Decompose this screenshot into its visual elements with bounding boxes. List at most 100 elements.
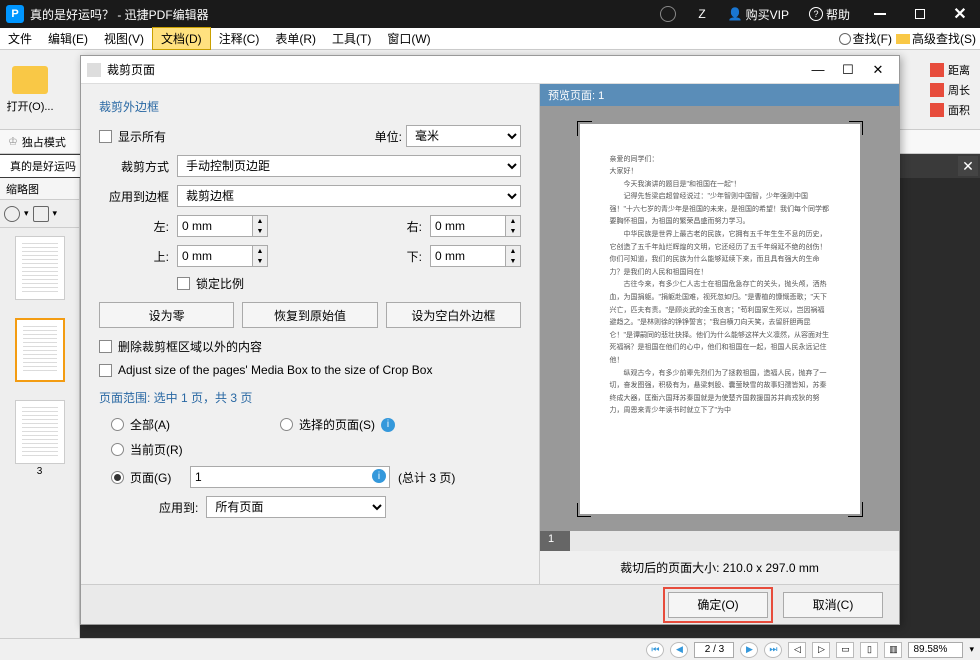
- all-radio[interactable]: [111, 418, 124, 431]
- maximize-button[interactable]: [900, 0, 940, 28]
- open-button[interactable]: 打开(O)...: [0, 50, 60, 129]
- thumb-3[interactable]: [15, 400, 65, 464]
- distance-tool[interactable]: 距离: [930, 62, 970, 78]
- show-all-label: 显示所有: [118, 128, 166, 145]
- document-tab[interactable]: 真的是好运吗: [0, 155, 87, 177]
- current-label: 当前页(R): [130, 441, 183, 458]
- help-button[interactable]: ?帮助: [809, 6, 850, 23]
- menu-window[interactable]: 窗口(W): [379, 28, 438, 49]
- sidepanel: 缩略图 ▾ ▾ 3: [0, 178, 80, 638]
- zoom-field[interactable]: [908, 642, 963, 658]
- top-spinner[interactable]: ▲▼: [177, 245, 268, 267]
- view-mode-3[interactable]: ▥: [884, 642, 902, 658]
- menu-edit[interactable]: 编辑(E): [40, 28, 96, 49]
- page-radio[interactable]: [111, 471, 124, 484]
- chevron-down-icon[interactable]: ▾: [24, 208, 29, 219]
- apply-border-select[interactable]: 裁剪边框: [177, 185, 521, 207]
- menu-file[interactable]: 文件: [0, 28, 40, 49]
- exclusive-mode[interactable]: 独占模式: [22, 134, 66, 150]
- area-tool[interactable]: 面积: [930, 102, 970, 118]
- info-icon[interactable]: i: [372, 469, 386, 483]
- lock-ratio-checkbox[interactable]: [177, 277, 190, 290]
- page-input[interactable]: [190, 466, 390, 488]
- prev-page-button[interactable]: ◀: [670, 642, 688, 658]
- folder-icon: [12, 66, 48, 94]
- gear-icon[interactable]: [4, 206, 20, 222]
- section-crop-margin: 裁剪外边框: [99, 98, 521, 115]
- adjust-media-checkbox[interactable]: [99, 364, 112, 377]
- unit-label: 单位:: [375, 128, 402, 145]
- app-logo: P: [6, 5, 24, 23]
- delete-outside-label: 删除裁剪框区域以外的内容: [118, 338, 262, 355]
- left-spinner[interactable]: ▲▼: [177, 215, 268, 237]
- info-icon[interactable]: i: [381, 418, 395, 432]
- preview-page: 亲爱的同学们： 大家好！ 今天我演讲的题目是"和祖国在一起"！ 记得先哲梁启超曾…: [580, 124, 860, 514]
- view-mode-2[interactable]: ▯: [860, 642, 878, 658]
- next-page-button[interactable]: ▶: [740, 642, 758, 658]
- gear-icon-2[interactable]: [33, 206, 49, 222]
- menubar: 文件 编辑(E) 视图(V) 文档(D) 注释(C) 表单(R) 工具(T) 窗…: [0, 28, 980, 50]
- chevron-down-icon[interactable]: ▾: [53, 208, 58, 219]
- set-zero-button[interactable]: 设为零: [99, 302, 234, 328]
- bottom-spinner[interactable]: ▲▼: [430, 245, 521, 267]
- zoom-dropdown[interactable]: ▾: [969, 644, 974, 655]
- nav-fwd-button[interactable]: ▷: [812, 642, 830, 658]
- top-label: 上:: [99, 248, 169, 265]
- thumb-2[interactable]: [15, 318, 65, 382]
- right-label: 右:: [382, 218, 422, 235]
- buy-vip-button[interactable]: 👤购买VIP: [728, 6, 789, 23]
- crop-dialog: 裁剪页面 — ☐ ✕ 裁剪外边框 显示所有 单位: 毫米 裁剪方式 手动控制页边…: [80, 55, 900, 625]
- first-page-button[interactable]: ⏮: [646, 642, 664, 658]
- selected-radio[interactable]: [280, 418, 293, 431]
- globe-icon[interactable]: [660, 6, 676, 22]
- ok-button[interactable]: 确定(O): [668, 592, 768, 618]
- menu-form[interactable]: 表单(R): [267, 28, 324, 49]
- menu-tools[interactable]: 工具(T): [324, 28, 379, 49]
- crop-method-select[interactable]: 手动控制页边距: [177, 155, 521, 177]
- dialog-close[interactable]: ✕: [863, 62, 893, 78]
- all-label: 全部(A): [130, 416, 280, 433]
- section-page-range: 页面范围: 选中 1 页，共 3 页: [99, 389, 521, 406]
- window-title: 真的是好运吗？ - 迅捷PDF编辑器: [30, 6, 209, 23]
- perimeter-icon: [930, 83, 944, 97]
- unit-select[interactable]: 毫米: [406, 125, 521, 147]
- cancel-button[interactable]: 取消(C): [783, 592, 883, 618]
- page-field[interactable]: [694, 642, 734, 658]
- delete-outside-checkbox[interactable]: [99, 340, 112, 353]
- thumb-1[interactable]: [15, 236, 65, 300]
- set-blank-button[interactable]: 设为空白外边框: [386, 302, 521, 328]
- menu-comment[interactable]: 注释(C): [211, 28, 268, 49]
- nav-back-button[interactable]: ◁: [788, 642, 806, 658]
- selected-label: 选择的页面(S): [299, 416, 375, 433]
- right-spinner[interactable]: ▲▼: [430, 215, 521, 237]
- lock-ratio-label: 锁定比例: [196, 275, 244, 292]
- sidepanel-title: 缩略图: [0, 178, 79, 200]
- close-button[interactable]: ✕: [940, 0, 980, 28]
- dialog-titlebar: 裁剪页面 — ☐ ✕: [81, 56, 899, 84]
- crop-method-label: 裁剪方式: [99, 158, 169, 175]
- last-page-button[interactable]: ⏭: [764, 642, 782, 658]
- minimize-button[interactable]: [860, 0, 900, 28]
- current-radio[interactable]: [111, 443, 124, 456]
- question-icon: ?: [809, 7, 823, 21]
- dialog-maximize[interactable]: ☐: [833, 62, 863, 78]
- show-all-checkbox[interactable]: [99, 130, 112, 143]
- dialog-minimize[interactable]: —: [803, 62, 833, 77]
- apply-to-select[interactable]: 所有页面: [206, 496, 386, 518]
- find-button[interactable]: 查找(F): [839, 30, 892, 47]
- user-label[interactable]: Z: [698, 7, 705, 21]
- view-mode-1[interactable]: ▭: [836, 642, 854, 658]
- folder-icon: [896, 34, 910, 44]
- preview-header: 预览页面: 1: [540, 84, 899, 106]
- menu-document[interactable]: 文档(D): [152, 27, 211, 50]
- area-icon: [930, 103, 944, 117]
- perimeter-tool[interactable]: 周长: [930, 82, 970, 98]
- preview-page-num: 1: [540, 531, 570, 551]
- left-label: 左:: [99, 218, 169, 235]
- apply-to-label: 应用到:: [159, 499, 198, 516]
- menu-view[interactable]: 视图(V): [96, 28, 152, 49]
- restore-button[interactable]: 恢复到原始值: [242, 302, 377, 328]
- close-panel-button[interactable]: ✕: [958, 156, 978, 176]
- distance-icon: [930, 63, 944, 77]
- advanced-find-button[interactable]: 高级查找(S): [896, 30, 976, 47]
